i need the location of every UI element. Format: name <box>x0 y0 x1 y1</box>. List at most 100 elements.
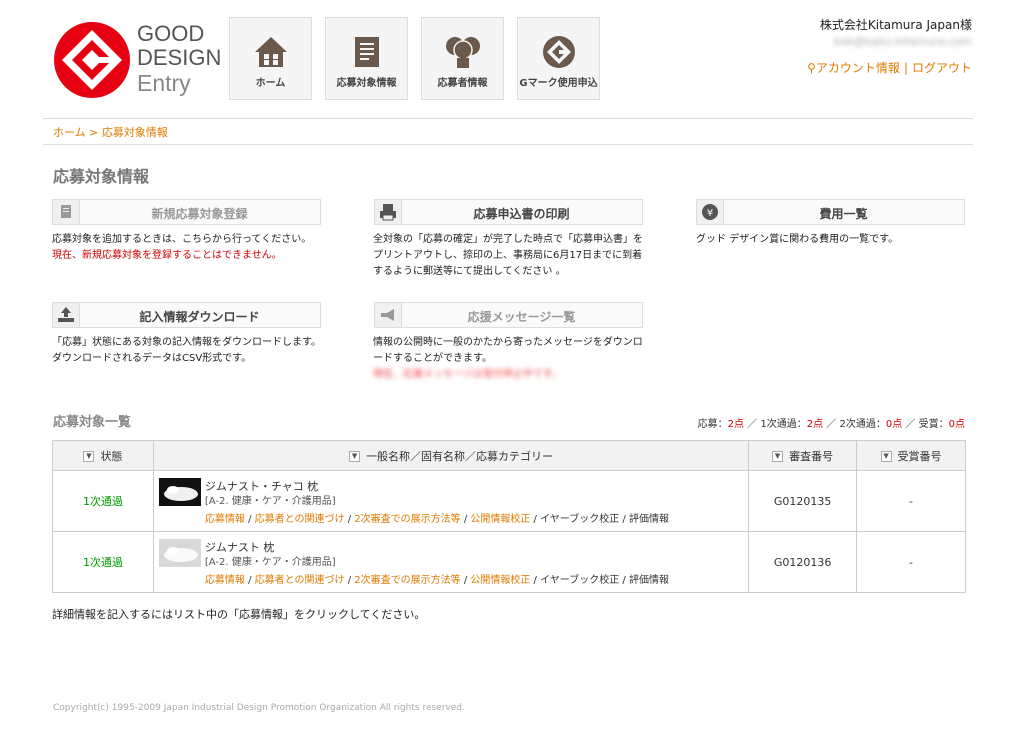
new-entry-description: 応募対象を追加するときは、こちらから行ってください。 現在、新規応募対象を登録す… <box>52 232 322 264</box>
nav-g-mark-button[interactable]: Gマーク使用申込 <box>517 17 600 100</box>
download-info-description: 「応募」状態にある対象の記入情報をダウンロードします。ダウンロードされるデータは… <box>52 337 321 364</box>
document-icon <box>354 37 379 67</box>
key-icon: ⚲ <box>807 61 816 75</box>
yearbook-text: イヤーブック校正 <box>540 514 620 525</box>
evaluation-text: 評価情報 <box>628 575 669 586</box>
breadcrumb-home-link[interactable]: ホーム <box>53 126 86 139</box>
count-award-value: 0点 <box>948 419 965 430</box>
fee-list-button[interactable]: ¥ 費用一覧 <box>696 199 965 225</box>
row-review-number: G0120135 <box>748 470 858 532</box>
print-application-description: 全対象の「応募の確定」が完了した時点で「応募申込書」をプリントアウトし、捺印の上… <box>373 234 643 277</box>
count-pass1-label: 1次通過： <box>760 419 807 430</box>
logout-link[interactable]: ログアウト <box>912 61 972 75</box>
megaphone-icon <box>375 303 402 327</box>
link-sep: / <box>619 575 629 586</box>
product-thumbnail[interactable] <box>158 478 201 506</box>
entry-counts: 応募：2点 ／ 1次通過：2点 ／ 2次通過：0点 ／ 受賞：0点 <box>698 415 965 430</box>
row-status: 1次通過 <box>52 470 154 532</box>
breadcrumb: ホーム > 応募対象情報 <box>53 124 168 140</box>
award-no-column-header[interactable]: ▼ 受賞番号 <box>856 440 966 471</box>
sort-icon[interactable]: ▼ <box>349 451 361 462</box>
svg-text:¥: ¥ <box>707 208 713 219</box>
entry-info-link[interactable]: 応募情報 <box>205 575 245 586</box>
new-entry-warning: 現在、新規応募対象を登録することはできません。 <box>52 250 282 261</box>
public-info-link[interactable]: 公開情報校正 <box>470 514 530 525</box>
nav-home-button[interactable]: ホーム <box>229 17 312 100</box>
fee-list-description: グッド デザイン賞に関わる費用の一覧です。 <box>696 234 899 245</box>
applicant-relation-link[interactable]: 応募者との関連づけ <box>255 514 345 525</box>
logo-text-design: DESIGN <box>137 45 222 70</box>
printer-icon <box>375 200 402 224</box>
link-sep: / <box>344 575 355 586</box>
home-icon <box>254 37 287 67</box>
product-thumbnail[interactable] <box>158 539 201 567</box>
status-column-header[interactable]: ▼ 状態 <box>52 440 154 471</box>
nav-g-mark-label: Gマーク使用申込 <box>519 78 598 89</box>
download-info-label: 記入情報ダウンロード <box>139 310 260 324</box>
entry-list-title: 応募対象一覧 <box>53 415 132 430</box>
print-application-button[interactable]: 応募申込書の印刷 <box>374 199 643 225</box>
support-messages-label: 応援メッセージ一覧 <box>467 310 576 324</box>
divider <box>43 144 973 145</box>
fee-list-label: 費用一覧 <box>819 207 868 221</box>
review-no-column-header[interactable]: ▼ 審査番号 <box>748 440 858 471</box>
account-links: ⚲アカウント情報 | ログアウト <box>807 59 972 76</box>
support-messages-button[interactable]: 応援メッセージ一覧 <box>374 302 643 328</box>
instruction-note: 詳細情報を記入するにはリスト中の「応募情報」をクリックしてください。 <box>52 608 426 621</box>
product-category: [A-2. 健康・ケア・介護用品] <box>204 496 336 507</box>
breadcrumb-current: 応募対象情報 <box>101 126 168 139</box>
g-mark-icon <box>542 36 575 68</box>
nav-entry-info-button[interactable]: 応募対象情報 <box>325 17 408 100</box>
users-icon <box>445 37 480 68</box>
count-sep: ／ <box>905 419 916 430</box>
row-links: 応募情報 / 応募者との関連づけ / 2次審査での展示方法等 / 公開情報校正 … <box>205 510 669 525</box>
new-entry-desc-text: 応募対象を追加するときは、こちらから行ってください。 <box>52 234 312 245</box>
name-header-label: 一般名称／固有名称／応募カテゴリー <box>366 449 554 463</box>
nav-applicant-info-label: 応募者情報 <box>437 78 488 89</box>
sort-icon[interactable]: ▼ <box>83 451 95 462</box>
account-info-link[interactable]: アカウント情報 <box>816 61 900 75</box>
count-sep: ／ <box>747 419 758 430</box>
display-method-link[interactable]: 2次審査での展示方法等 <box>354 514 460 525</box>
status-header-label: 状態 <box>100 449 123 463</box>
row-award-number: - <box>856 470 966 532</box>
entry-info-link[interactable]: 応募情報 <box>205 514 245 525</box>
link-sep: / <box>530 514 541 525</box>
new-entry-button[interactable]: 新規応募対象登録 <box>52 199 321 225</box>
copyright: Copyright(c) 1995-2009 Japan Industrial … <box>53 703 465 713</box>
product-category: [A-2. 健康・ケア・介護用品] <box>204 557 336 568</box>
link-sep: / <box>244 514 255 525</box>
applicant-relation-link[interactable]: 応募者との関連づけ <box>255 575 345 586</box>
name-column-header[interactable]: ▼ 一般名称／固有名称／応募カテゴリー <box>152 440 750 471</box>
link-sep: / <box>530 575 541 586</box>
display-method-link[interactable]: 2次審査での展示方法等 <box>354 575 460 586</box>
support-messages-description: 情報の公開時に一般のかたから寄ったメッセージをダウンロードすることができます。 … <box>373 335 643 383</box>
evaluation-text: 評価情報 <box>628 514 669 525</box>
sort-icon[interactable]: ▼ <box>772 451 784 462</box>
yen-icon: ¥ <box>697 200 724 224</box>
public-info-link[interactable]: 公開情報校正 <box>470 575 530 586</box>
page-title: 応募対象情報 <box>53 167 150 186</box>
company-name: 株式会社Kitamura Japan様 <box>819 18 972 32</box>
award-no-header-label: 受賞番号 <box>897 449 942 463</box>
breadcrumb-separator: > <box>89 126 99 139</box>
download-info-button[interactable]: 記入情報ダウンロード <box>52 302 321 328</box>
sort-icon[interactable]: ▼ <box>880 451 892 462</box>
table-header-row: ▼ 状態 ▼ 一般名称／固有名称／応募カテゴリー ▼ 審査番号 ▼ 受賞番号 <box>52 440 966 471</box>
count-pass1-value: 2点 <box>806 419 824 430</box>
support-messages-desc-text: 情報の公開時に一般のかたから寄ったメッセージをダウンロードすることができます。 <box>373 337 643 364</box>
account-separator: | <box>903 61 908 75</box>
table-row: 1次通過 ジムナスト 枕 [A-2. 健康・ケア・介護用品] 応募情報 / 応募… <box>52 531 966 593</box>
row-item-cell: ジムナスト・チャコ 枕 [A-2. 健康・ケア・介護用品] 応募情報 / 応募者… <box>152 470 750 532</box>
logo-text-good: GOOD <box>137 21 205 46</box>
nav-applicant-info-button[interactable]: 応募者情報 <box>421 17 504 100</box>
count-apply-label: 応募： <box>697 419 728 430</box>
table-row: 1次通過 ジムナスト・チャコ 枕 [A-2. 健康・ケア・介護用品] 応募情報 … <box>52 470 966 532</box>
entry-table: ▼ 状態 ▼ 一般名称／固有名称／応募カテゴリー ▼ 審査番号 ▼ 受賞番号 1次通過 … <box>52 440 966 593</box>
count-apply-value: 2点 <box>727 419 744 430</box>
good-design-logo[interactable] <box>52 20 132 100</box>
count-award-label: 受賞： <box>918 419 949 430</box>
yearbook-text: イヤーブック校正 <box>540 575 620 586</box>
link-sep: / <box>619 514 629 525</box>
support-messages-note: 現在、応援メッセージは受付停止中です。 <box>373 369 562 380</box>
